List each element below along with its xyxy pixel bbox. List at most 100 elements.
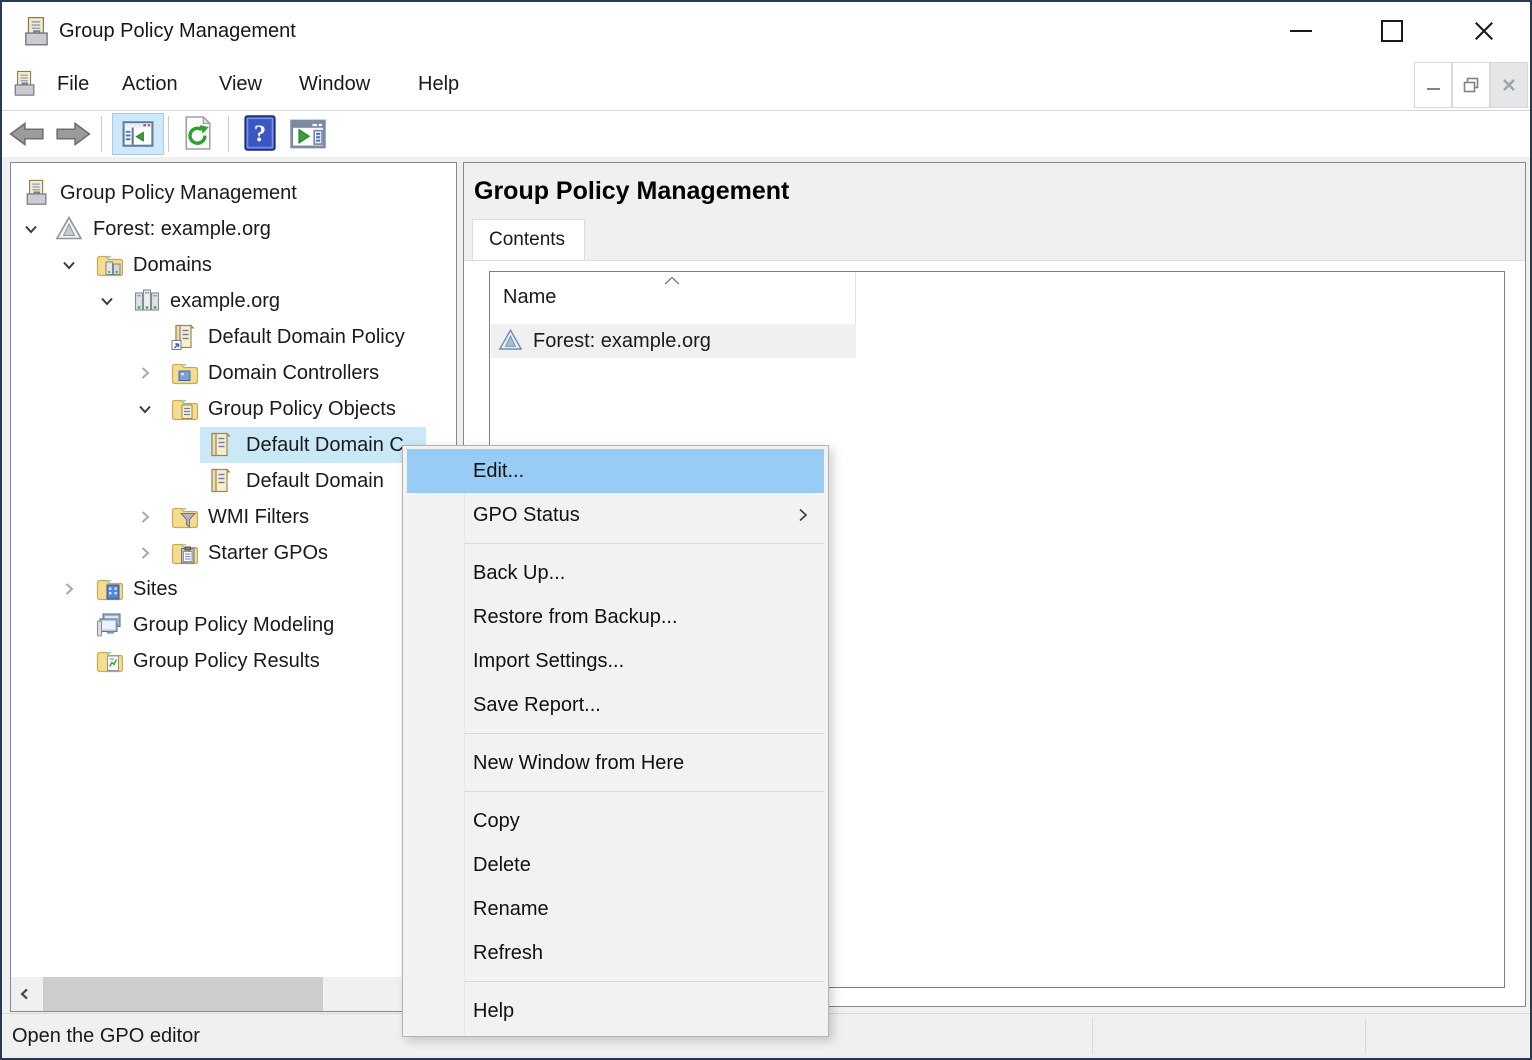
new-window-button[interactable] <box>290 119 326 149</box>
gpm-app-icon <box>23 179 51 207</box>
forward-button[interactable] <box>54 120 92 148</box>
menu-item-refresh[interactable]: Refresh <box>407 931 824 975</box>
chevron-right-icon[interactable] <box>137 509 153 525</box>
list-item-forest[interactable]: Forest: example.org <box>491 324 856 358</box>
toolbar-separator <box>101 116 102 152</box>
menu-item-delete[interactable]: Delete <box>407 843 824 887</box>
chevron-down-icon[interactable] <box>99 293 115 309</box>
help-button[interactable] <box>244 115 276 151</box>
tree-item-label: Forest: example.org <box>93 211 271 247</box>
menu-item-help[interactable]: Help <box>407 989 824 1033</box>
tree-item-wmi-filters[interactable]: WMI Filters <box>11 499 455 535</box>
tree-item-sites[interactable]: Sites <box>11 571 455 607</box>
chevron-down-icon[interactable] <box>137 401 153 417</box>
status-bar-divider <box>1092 1018 1093 1054</box>
menu-item-rename[interactable]: Rename <box>407 887 824 931</box>
menu-item-edit[interactable]: Edit... <box>407 449 824 493</box>
child-close-button[interactable] <box>1490 62 1528 108</box>
menu-separator <box>403 537 828 551</box>
show-console-tree-button[interactable] <box>112 113 164 155</box>
results-pane-title: Group Policy Management <box>474 177 789 206</box>
tree-item-group-policy-management[interactable]: Group Policy Management <box>11 175 455 211</box>
forest-icon <box>55 215 83 243</box>
menu-view[interactable]: View <box>219 60 262 109</box>
menu-item-restore-from-backup[interactable]: Restore from Backup... <box>407 595 824 639</box>
close-icon <box>1501 77 1517 93</box>
starter-gpos-folder-icon <box>170 539 198 567</box>
maximize-button[interactable] <box>1362 2 1422 60</box>
gp-results-icon <box>95 647 123 675</box>
tree-item-default-domain-controllers-gpo[interactable]: Default Domain C <box>11 427 455 463</box>
tree-item-group-policy-objects[interactable]: Group Policy Objects <box>11 391 455 427</box>
new-window-icon <box>290 119 326 149</box>
sites-folder-icon <box>95 575 123 603</box>
chevron-down-icon[interactable] <box>61 257 77 273</box>
menu-item-import-settings[interactable]: Import Settings... <box>407 639 824 683</box>
wmi-filters-folder-icon <box>170 503 198 531</box>
chevron-right-icon[interactable] <box>137 365 153 381</box>
tree-item-label: WMI Filters <box>208 499 309 535</box>
child-minimize-button[interactable] <box>1414 62 1452 108</box>
column-header-name[interactable]: Name <box>503 286 556 309</box>
child-restore-button[interactable] <box>1452 62 1490 108</box>
gpo-scroll-icon <box>206 467 234 495</box>
menu-item-gpo-status[interactable]: GPO Status <box>407 493 824 537</box>
chevron-right-icon[interactable] <box>61 581 77 597</box>
menu-separator <box>403 975 828 989</box>
menu-help[interactable]: Help <box>418 60 459 109</box>
gp-modeling-icon <box>95 611 123 639</box>
gpm-app-icon <box>22 16 52 48</box>
close-button[interactable] <box>1454 2 1514 60</box>
tree-item-starter-gpos[interactable]: Starter GPOs <box>11 535 455 571</box>
tree-item-forest[interactable]: Forest: example.org <box>11 211 455 247</box>
status-bar-divider <box>1365 1018 1366 1054</box>
tree-item-group-policy-modeling[interactable]: Group Policy Modeling <box>11 607 455 643</box>
menu-item-copy[interactable]: Copy <box>407 799 824 843</box>
tree-item-label: Default Domain <box>246 463 384 499</box>
tree-item-domains[interactable]: Domains <box>11 247 455 283</box>
tree-item-default-domain-policy[interactable]: Default Domain Policy <box>11 319 455 355</box>
console-tree-pane: Group Policy Management Forest: example.… <box>10 162 457 1012</box>
tree-item-label: Group Policy Objects <box>208 391 396 427</box>
back-icon <box>8 120 46 148</box>
gpmc-window: Group Policy Management File Action View… <box>0 0 1532 1060</box>
menu-item-label: GPO Status <box>473 504 580 526</box>
menu-action[interactable]: Action <box>122 60 178 109</box>
tree-item-group-policy-results[interactable]: Group Policy Results <box>11 643 455 679</box>
menu-window[interactable]: Window <box>299 60 370 109</box>
tree-item-label: Domains <box>133 247 212 283</box>
scrollbar-thumb[interactable] <box>43 977 323 1011</box>
tree-item-default-domain-gpo[interactable]: Default Domain <box>11 463 455 499</box>
menu-item-new-window-from-here[interactable]: New Window from Here <box>407 741 824 785</box>
menu-item-back-up[interactable]: Back Up... <box>407 551 824 595</box>
submenu-arrow-icon <box>798 507 808 523</box>
tree-item-label: Sites <box>133 571 177 607</box>
gpo-link-icon <box>170 323 198 351</box>
tab-contents[interactable]: Contents <box>472 219 585 261</box>
menu-item-save-report[interactable]: Save Report... <box>407 683 824 727</box>
forest-icon <box>498 328 523 353</box>
minimize-button[interactable] <box>1271 2 1331 60</box>
show-console-tree-icon <box>122 120 154 148</box>
chevron-right-icon[interactable] <box>137 545 153 561</box>
menu-file[interactable]: File <box>57 60 89 109</box>
tree-item-label: Starter GPOs <box>208 535 328 571</box>
tree-horizontal-scrollbar[interactable] <box>11 977 456 1011</box>
tree-item-domain-controllers[interactable]: Domain Controllers <box>11 355 455 391</box>
tree-item-domain-example-org[interactable]: example.org <box>11 283 455 319</box>
back-button[interactable] <box>8 120 46 148</box>
tree-item-label: Default Domain C <box>246 427 404 463</box>
chevron-down-icon[interactable] <box>23 221 39 237</box>
column-divider[interactable] <box>855 272 856 324</box>
menu-separator <box>403 727 828 741</box>
child-window-controls <box>1414 62 1528 108</box>
forward-icon <box>54 120 92 148</box>
close-icon <box>1472 19 1496 43</box>
restore-icon <box>1463 77 1479 93</box>
scroll-left-button[interactable] <box>11 977 39 1011</box>
refresh-button[interactable] <box>182 114 214 152</box>
domains-folder-icon <box>95 251 123 279</box>
gpo-scroll-icon <box>206 431 234 459</box>
chevron-left-icon <box>17 986 33 1002</box>
title-bar: Group Policy Management <box>2 2 1530 60</box>
